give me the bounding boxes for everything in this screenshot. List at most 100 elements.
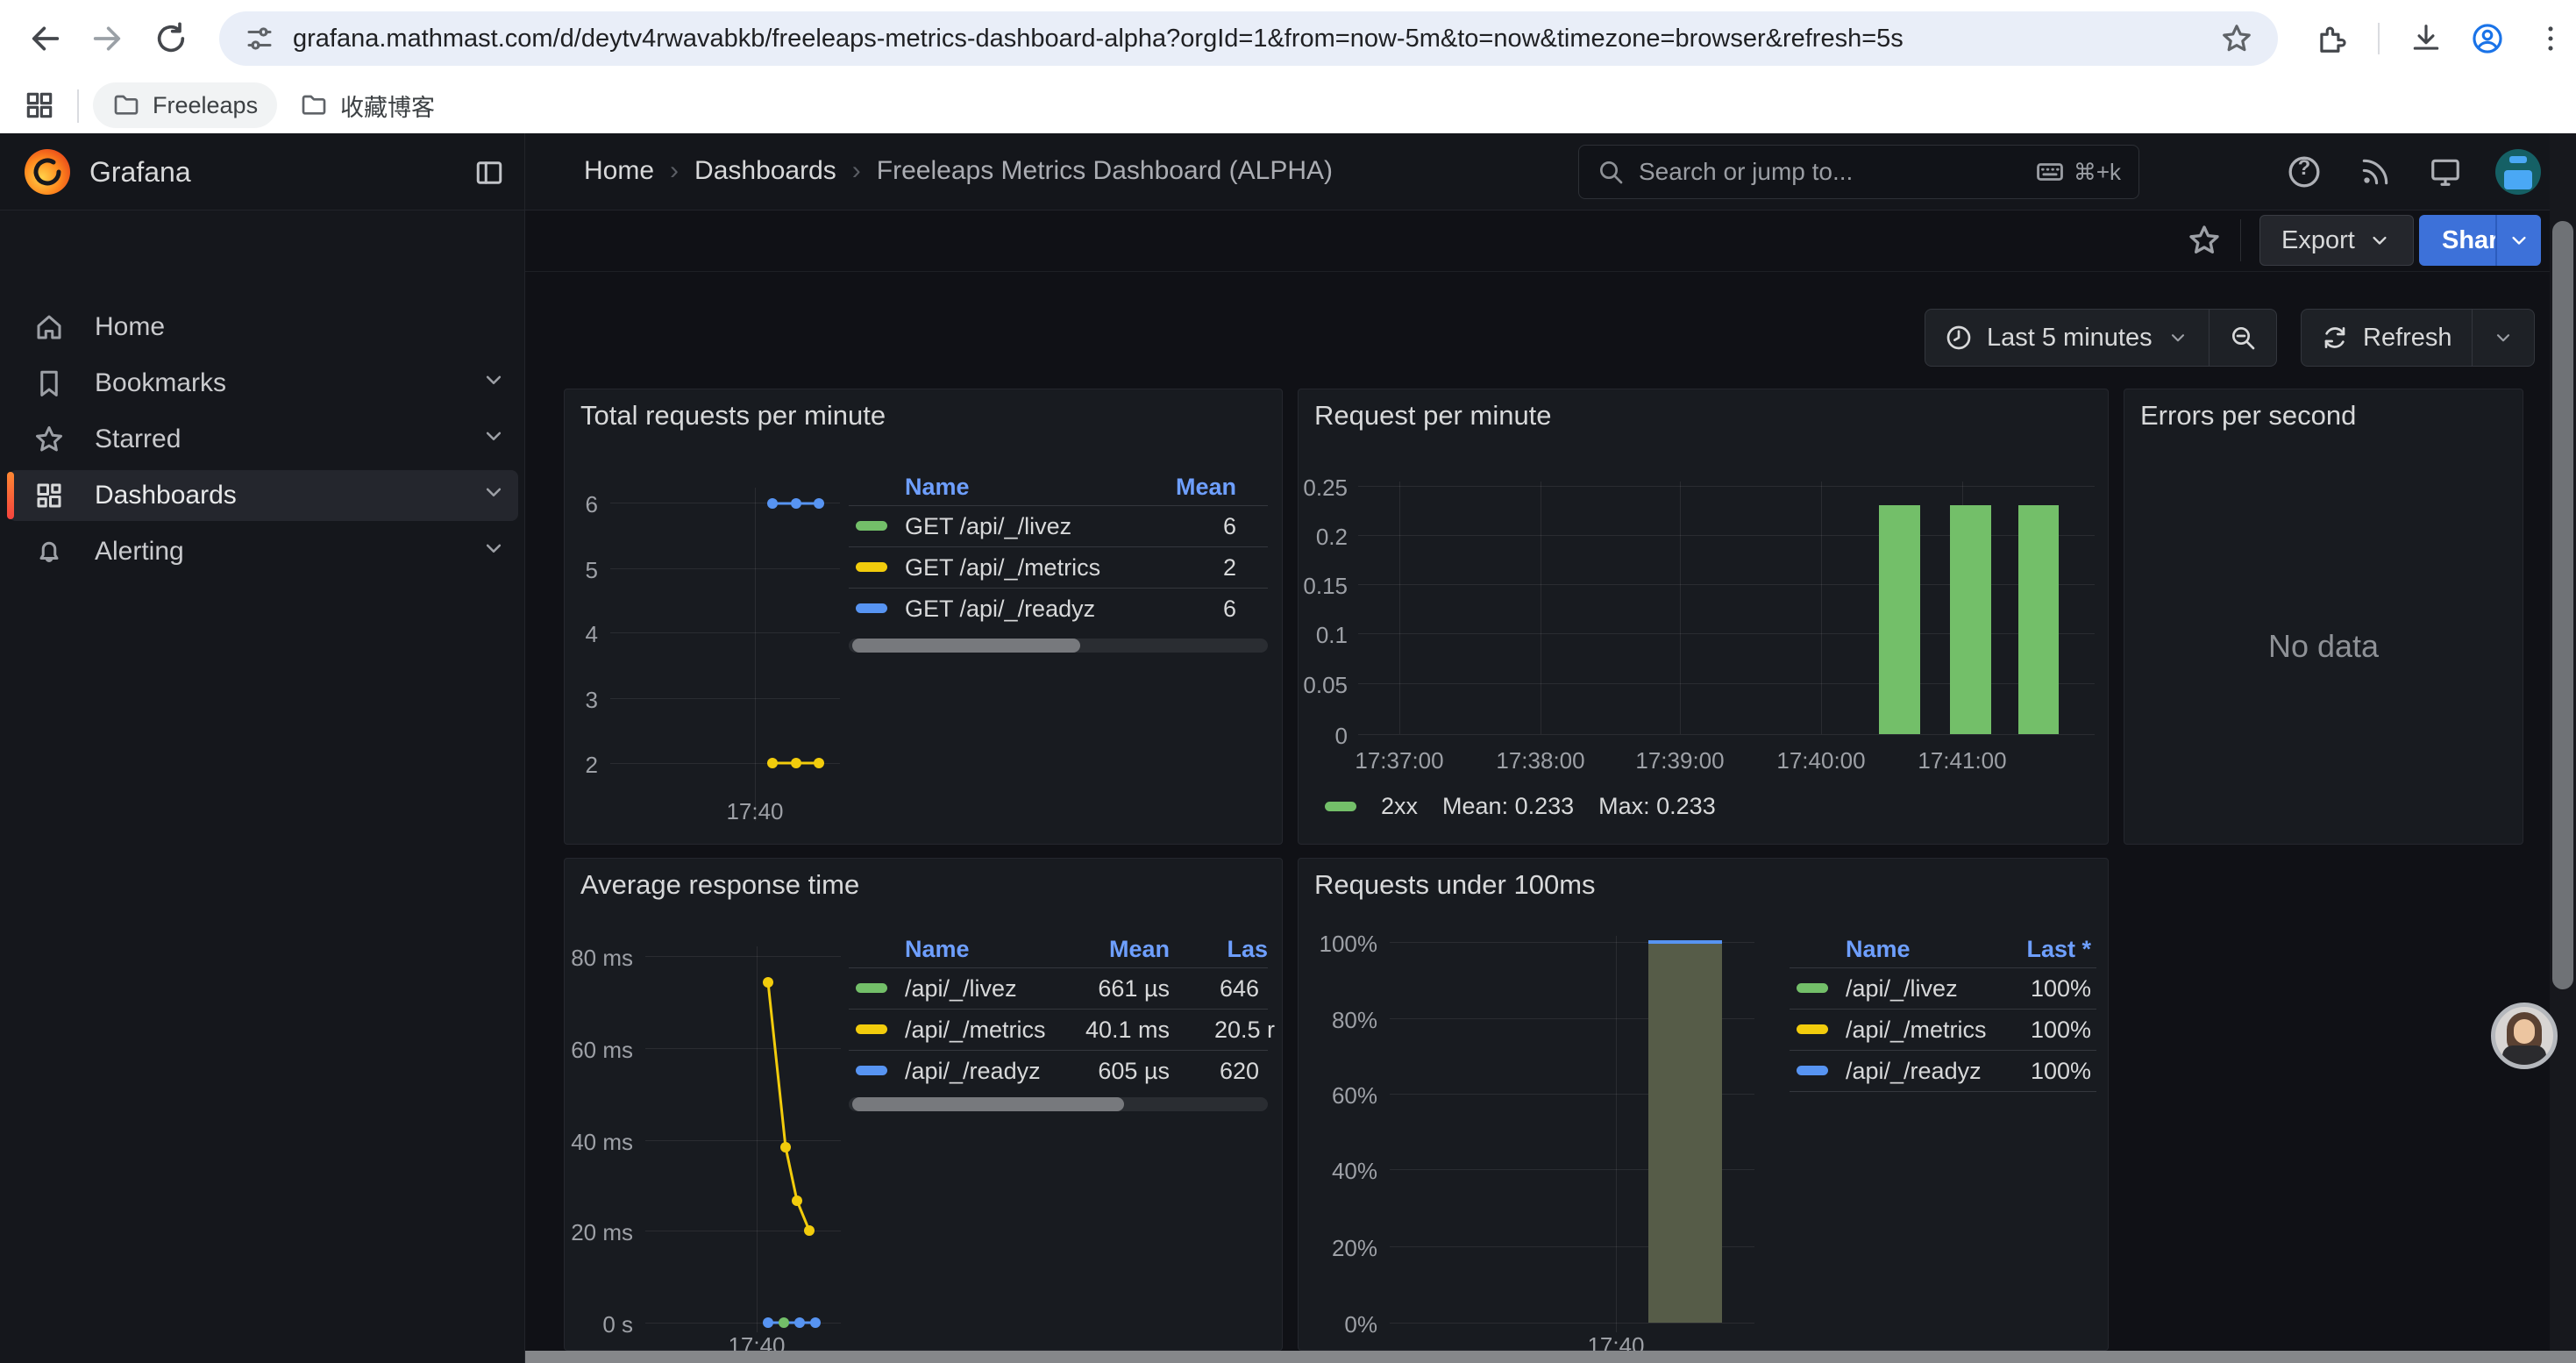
sidebar-item-bookmarks[interactable]: Bookmarks	[9, 358, 518, 409]
grafana-logo[interactable]	[25, 149, 70, 195]
screen: { "browser": { "url": "grafana.mathmast.…	[0, 0, 2576, 1363]
search-icon	[1597, 158, 1625, 186]
legend-row-name[interactable]: GET /api/_/metrics	[905, 554, 1100, 582]
chevron-down-icon[interactable]	[480, 367, 507, 393]
bar-2xx[interactable]	[1879, 505, 1920, 734]
series-swatch[interactable]	[856, 983, 887, 993]
clock-icon	[1945, 324, 1973, 352]
browser-back-icon[interactable]	[28, 21, 63, 56]
favorite-star-icon[interactable]	[2187, 223, 2222, 258]
browser-forward-icon[interactable]	[89, 21, 125, 56]
user-avatar[interactable]	[2495, 149, 2541, 195]
chevron-down-icon[interactable]	[480, 423, 507, 449]
sidebar-collapse-icon[interactable]	[473, 157, 505, 189]
zoom-out-button[interactable]	[2210, 310, 2276, 366]
brand-title[interactable]: Grafana	[89, 156, 191, 189]
refresh-label: Refresh	[2363, 324, 2452, 353]
bar-2xx[interactable]	[2018, 505, 2059, 734]
bar-2xx[interactable]	[1950, 505, 1991, 734]
panel-request-per-minute[interactable]: Request per minute 0.25 0.2 0.15 0.1 0.0…	[1298, 389, 2109, 845]
legend-header-last[interactable]: Last *	[2026, 936, 2091, 963]
series-swatch[interactable]	[856, 562, 887, 572]
sidebar-item-starred[interactable]: Starred	[9, 414, 518, 465]
search-input[interactable]: Search or jump to... ⌘+k	[1578, 145, 2139, 199]
assistant-avatar-overlay[interactable]	[2491, 1003, 2558, 1069]
display-icon[interactable]	[2429, 155, 2462, 189]
browser-toolbar: grafana.mathmast.com/d/deytv4rwavabkb/fr…	[0, 0, 2576, 77]
browser-reload-icon[interactable]	[153, 21, 189, 56]
legend-row-name[interactable]: /api/_/readyz	[905, 1058, 1041, 1085]
share-menu-button[interactable]	[2495, 215, 2541, 266]
series-swatch[interactable]	[1797, 1066, 1828, 1075]
chevron-down-icon[interactable]	[480, 535, 507, 561]
series-swatch[interactable]	[1797, 983, 1828, 993]
series-swatch[interactable]	[856, 1066, 887, 1075]
panel-requests-under-100ms[interactable]: Requests under 100ms 100% 80% 60% 40% 20…	[1298, 858, 2109, 1351]
legend-header-last[interactable]: Las	[1227, 936, 1268, 963]
vertical-scrollbar-thumb[interactable]	[2552, 221, 2573, 989]
news-rss-icon[interactable]	[2359, 155, 2392, 189]
apps-grid-icon[interactable]	[23, 89, 56, 122]
site-settings-icon[interactable]	[244, 23, 275, 54]
legend-row-name[interactable]: /api/_/metrics	[1846, 1017, 1987, 1044]
legend-row-value: 2	[1223, 554, 1236, 582]
breadcrumb: Home › Dashboards › Freeleaps Metrics Da…	[584, 156, 1333, 186]
legend-series-label[interactable]: 2xx	[1381, 793, 1418, 820]
refresh-button[interactable]: Refresh	[2302, 310, 2472, 366]
chevron-down-icon[interactable]	[480, 479, 507, 505]
bookmark-folder-freeleaps[interactable]: Freeleaps	[93, 82, 277, 128]
legend-row-name[interactable]: GET /api/_/readyz	[905, 596, 1095, 623]
extensions-icon[interactable]	[2315, 22, 2348, 55]
panel-avg-response-time[interactable]: Average response time 80 ms 60 ms 40 ms …	[564, 858, 1283, 1351]
series-swatch[interactable]	[856, 603, 887, 613]
area-fill[interactable]	[1648, 942, 1722, 1323]
panel-errors-per-second[interactable]: Errors per second No data	[2124, 389, 2523, 845]
legend-row-name[interactable]: /api/_/metrics	[905, 1017, 1046, 1044]
breadcrumb-dashboards[interactable]: Dashboards	[694, 156, 836, 186]
legend-scrollbar[interactable]	[849, 639, 1268, 653]
legend-header-name[interactable]: Name	[905, 936, 970, 963]
legend-header-mean[interactable]: Mean	[1176, 474, 1236, 501]
url-text[interactable]: grafana.mathmast.com/d/deytv4rwavabkb/fr…	[293, 25, 2220, 54]
chevron-down-icon	[2492, 326, 2515, 349]
chevron-down-icon	[2167, 326, 2189, 349]
legend-row-value: 6	[1223, 596, 1236, 623]
series-swatch[interactable]	[856, 521, 887, 531]
legend-row-name[interactable]: GET /api/_/livez	[905, 513, 1071, 540]
y-tick: 40%	[1299, 1158, 1377, 1185]
series-swatch[interactable]	[1797, 1024, 1828, 1034]
downloads-icon[interactable]	[2409, 22, 2443, 55]
panel-total-requests[interactable]: Total requests per minute 6 5 4 3 2 17:4…	[564, 389, 1283, 845]
legend-mean-stat: Mean: 0.233	[1442, 793, 1574, 820]
y-tick: 0%	[1299, 1311, 1377, 1338]
profile-icon[interactable]	[2471, 22, 2504, 55]
legend-header-name[interactable]: Name	[905, 474, 970, 501]
address-bar[interactable]: grafana.mathmast.com/d/deytv4rwavabkb/fr…	[219, 11, 2278, 66]
browser-menu-icon[interactable]	[2534, 22, 2567, 55]
refresh-interval-button[interactable]	[2473, 310, 2534, 366]
bookmark-folder-blogs[interactable]: 收藏博客	[281, 82, 454, 128]
export-button[interactable]: Export	[2259, 215, 2414, 266]
breadcrumb-home[interactable]: Home	[584, 156, 654, 186]
dashboard-toolbar: Export Share	[525, 211, 2576, 272]
series-swatch[interactable]	[1325, 802, 1356, 811]
series-swatch[interactable]	[856, 1024, 887, 1034]
time-range-picker[interactable]: Last 5 minutes	[1925, 310, 2209, 366]
sidebar-item-alerting[interactable]: Alerting	[9, 526, 518, 577]
legend-row-last: 646	[1220, 975, 1259, 1003]
sidebar-item-label: Dashboards	[95, 481, 237, 510]
legend-header-mean[interactable]: Mean	[1109, 936, 1170, 963]
legend-row-name[interactable]: /api/_/livez	[905, 975, 1017, 1003]
legend-header-name[interactable]: Name	[1846, 936, 1911, 963]
bookmark-star-icon[interactable]	[2220, 22, 2253, 55]
sidebar-item-dashboards[interactable]: Dashboards	[9, 470, 518, 521]
legend-inline: 2xx Mean: 0.233 Max: 0.233	[1325, 793, 1716, 820]
grafana-app: Grafana Home › Dashboards › Freeleaps Me…	[0, 133, 2576, 1363]
help-icon[interactable]: ?	[2287, 154, 2322, 189]
legend-row-name[interactable]: /api/_/livez	[1846, 975, 1958, 1003]
horizontal-scrollbar[interactable]	[525, 1351, 2576, 1363]
sidebar-item-home[interactable]: Home	[9, 302, 518, 353]
legend-row-name[interactable]: /api/_/readyz	[1846, 1058, 1982, 1085]
legend-scrollbar[interactable]	[849, 1097, 1268, 1111]
y-tick: 0	[1299, 723, 1348, 750]
